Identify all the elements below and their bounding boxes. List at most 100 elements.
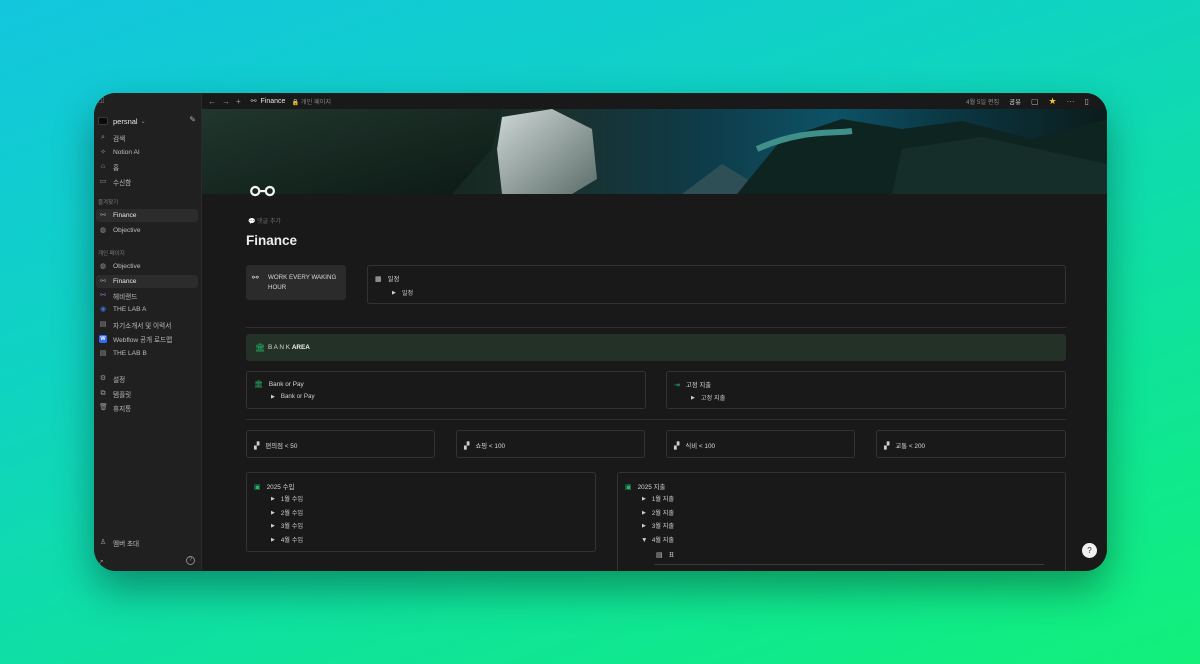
app-window: ◫ persnal ⌄ ✎ ⌕ 검색 ✧ Notion AI ⌂ 홈 ▭ 수신함… xyxy=(94,93,1107,571)
expense-toggle-feb[interactable]: ▶ 2월 지출 xyxy=(642,508,674,518)
sidebar-item-heavyland[interactable]: ⚯ 헤비랜드 xyxy=(96,289,198,302)
comment-icon[interactable]: ▢ xyxy=(1031,97,1039,106)
sidebar-item-notion-ai[interactable]: ✧ Notion AI xyxy=(96,146,198,159)
home-icon: ⌂ xyxy=(100,162,106,170)
expense-toggle-jan[interactable]: ▶ 1월 지출 xyxy=(642,494,674,504)
add-icon[interactable]: + xyxy=(236,97,241,106)
help-icon[interactable]: ? xyxy=(186,556,195,565)
expense-title: ▣ 2025 지출 xyxy=(625,482,665,492)
sidebar-item-inbox[interactable]: ▭ 수신함 xyxy=(96,175,198,188)
privacy-label[interactable]: 🔒 개인 페이지 xyxy=(291,97,331,106)
breadcrumb[interactable]: ⚯ Finance 🔒 개인 페이지 xyxy=(251,97,331,106)
invite-members-button[interactable]: ♙ 멤버 초대 xyxy=(96,536,198,549)
sidebar-item-webflow[interactable]: W Webflow 공개 로드맵 xyxy=(96,332,198,345)
inbox-icon: ▭ xyxy=(99,177,107,185)
bank-area-callout[interactable]: 🏛 B A N K AREA xyxy=(246,334,1066,361)
main-content: ← → + ⚯ Finance 🔒 개인 페이지 4월 5일 편집 공유 ▢ ★… xyxy=(202,93,1107,571)
sidebar-item-label: 휴지통 xyxy=(113,405,132,413)
workspace-name: persnal xyxy=(113,116,138,126)
fixed-expense-toggle[interactable]: ▶ 고정 지출 xyxy=(691,393,725,403)
callout-work[interactable]: ⚯ WORK EVERY WAKING HOUR xyxy=(246,265,346,300)
workspace-switcher[interactable]: persnal ⌄ ✎ xyxy=(98,115,198,127)
income-toggle-mar[interactable]: ▶ 3월 수입 xyxy=(271,521,303,531)
budget-food[interactable]: ▞ 식비 < 100 xyxy=(666,430,855,458)
sidebar-item-lab-a[interactable]: ◉ THE LAB A xyxy=(96,303,198,316)
sidebar-item-label: Objective xyxy=(113,263,141,270)
star-icon[interactable]: ★ xyxy=(1049,96,1057,107)
toggle-arrow-icon: ▶ xyxy=(271,522,275,529)
bank-or-pay-block[interactable]: 🏛 Bank or Pay ▶ Bank or Pay xyxy=(246,371,646,409)
sidebar-item-label: 홈 xyxy=(113,164,120,172)
window-icon[interactable]: ▯ xyxy=(1085,97,1089,106)
expense-table-view[interactable]: ▤ 표 xyxy=(656,550,675,560)
expense-toggle-apr[interactable]: ▶ 4월 지출 xyxy=(640,535,674,544)
toggle-arrow-icon: ▶ xyxy=(271,509,275,516)
forward-arrow-icon[interactable]: → xyxy=(222,97,230,106)
sidebar-item-finance-favorite[interactable]: ⚯ Finance xyxy=(96,209,198,222)
sidebar-item-label: 설정 xyxy=(113,376,126,384)
invite-label: 멤버 초대 xyxy=(113,540,140,548)
income-title-text: 2025 수입 xyxy=(266,484,295,491)
sidebar-item-settings[interactable]: ⚙ 설정 xyxy=(96,372,198,385)
telescope-icon[interactable]: ⚯ xyxy=(250,175,275,210)
telescope-purple-icon: ⚯ xyxy=(100,291,106,299)
webflow-icon: W xyxy=(99,334,107,343)
table-label: 표 xyxy=(668,552,675,559)
more-icon[interactable]: ··· xyxy=(1067,97,1075,106)
sidebar-item-label: 검색 xyxy=(113,135,126,143)
budget-shopping[interactable]: ▞ 쇼핑 < 100 xyxy=(456,430,645,458)
new-page-icon[interactable]: ✎ xyxy=(189,115,196,124)
toggle-arrow-open-icon: ▶ xyxy=(640,537,647,542)
rocket-icon[interactable]: ➚ xyxy=(98,558,104,566)
cover-image[interactable] xyxy=(202,109,1107,194)
sidebar-item-label: Notion AI xyxy=(113,149,140,156)
sidebar-item-trash[interactable]: 🗑 휴지통 xyxy=(96,401,198,414)
toggle-arrow-icon: ▶ xyxy=(392,289,396,296)
callout-text: WORK EVERY WAKING HOUR xyxy=(268,274,337,291)
telescope-icon: ⚯ xyxy=(252,273,259,282)
add-comment-button[interactable]: 💬 댓글 추가 xyxy=(248,216,281,225)
sidebar-item-lab-b[interactable]: ▤ THE LAB B xyxy=(96,347,198,360)
toggle-arrow-icon: ▶ xyxy=(271,495,275,502)
schedule-block[interactable]: ▦ 일정 ▶ 일정 xyxy=(367,265,1066,304)
sidebar-item-label: 자기소개서 및 이력서 xyxy=(113,322,172,330)
bank-or-pay-toggle[interactable]: ▶ Bank or Pay xyxy=(271,393,315,400)
template-icon: ⧉ xyxy=(100,389,106,397)
budget-label: 편의점 < 50 xyxy=(265,443,298,450)
budget-transport[interactable]: ▞ 교통 < 200 xyxy=(876,430,1066,458)
share-button[interactable]: 공유 xyxy=(1009,97,1021,106)
expense-2025-block[interactable]: ▣ 2025 지출 ▶ 1월 지출 ▶ 2월 지출 ▶ 3월 지출 ▶ 4월 지출 ▤ … xyxy=(617,472,1066,571)
sidebar: ◫ persnal ⌄ ✎ ⌕ 검색 ✧ Notion AI ⌂ 홈 ▭ 수신함… xyxy=(94,93,202,571)
breadcrumb-title: Finance xyxy=(260,97,286,105)
fixed-expense-block[interactable]: ⇥ 고정 지출 ▶ 고정 지출 xyxy=(666,371,1066,409)
sidebar-toggle-icon[interactable]: ◫ xyxy=(98,96,105,104)
sidebar-item-label: Objective xyxy=(113,227,141,234)
income-toggle-jan[interactable]: ▶ 1월 수입 xyxy=(271,494,303,504)
compass-icon: ◍ xyxy=(99,262,107,270)
sidebar-item-finance[interactable]: ⚯ Finance xyxy=(96,275,198,288)
sidebar-item-home[interactable]: ⌂ 홈 xyxy=(96,160,198,173)
expense-toggle-mar[interactable]: ▶ 3월 지출 xyxy=(642,521,674,531)
budget-convenience[interactable]: ▞ 편의점 < 50 xyxy=(246,430,435,458)
income-toggle-feb[interactable]: ▶ 2월 수입 xyxy=(271,508,304,518)
sidebar-item-label: Finance xyxy=(113,278,137,285)
budget-label: 교통 < 200 xyxy=(895,443,926,450)
income-toggle-apr[interactable]: ▶ 4월 수입 xyxy=(271,535,303,545)
notion-ai-fab-icon[interactable]: ? xyxy=(1082,543,1097,558)
schedule-title-text: 일정 xyxy=(387,276,400,283)
gear-icon: ⚙ xyxy=(99,374,107,382)
back-arrow-icon[interactable]: ← xyxy=(208,97,216,106)
sidebar-item-resume[interactable]: ▤ 자기소개서 및 이력서 xyxy=(96,318,198,331)
page-title[interactable]: Finance xyxy=(246,233,297,248)
sidebar-item-search[interactable]: ⌕ 검색 xyxy=(96,131,198,144)
toggle-label: 2월 수입 xyxy=(280,510,304,517)
sidebar-item-objective-favorite[interactable]: ◍ Objective xyxy=(96,224,198,237)
toggle-arrow-icon: ▶ xyxy=(271,536,275,543)
sidebar-item-objective[interactable]: ◍ Objective xyxy=(96,260,198,273)
income-2025-block[interactable]: ▣ 2025 수입 ▶ 1월 수입 ▶ 2월 수입 ▶ 3월 수입 ▶ 4월 수입 xyxy=(246,472,596,552)
sidebar-item-templates[interactable]: ⧉ 템플릿 xyxy=(96,387,198,400)
schedule-title: ▦ 일정 xyxy=(375,274,400,284)
bank-or-pay-title: 🏛 Bank or Pay xyxy=(254,380,304,389)
toggle-label: Bank or Pay xyxy=(280,393,315,400)
schedule-toggle[interactable]: ▶ 일정 xyxy=(392,288,413,298)
